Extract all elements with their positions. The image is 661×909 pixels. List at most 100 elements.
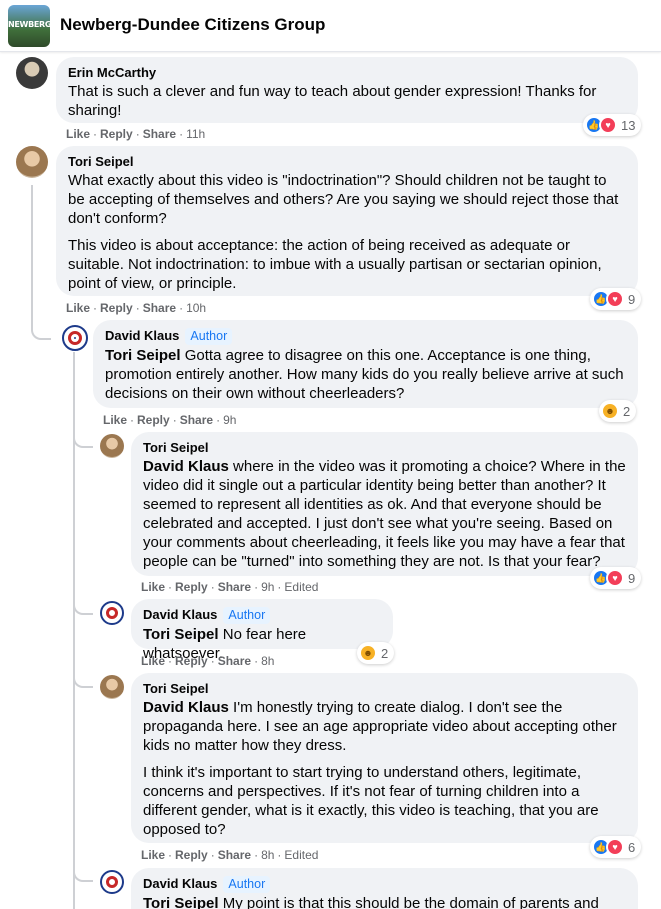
reply-button[interactable]: Reply: [100, 301, 133, 315]
group-header: NEWBERG Newberg-Dundee Citizens Group: [0, 0, 661, 52]
thread-connector: [31, 322, 51, 340]
haha-icon: ☻: [601, 402, 619, 420]
avatar-david-klaus[interactable]: [62, 325, 88, 351]
comment-author[interactable]: Erin McCarthy: [68, 65, 626, 81]
reaction-summary[interactable]: 👍 ♥ 13: [583, 114, 642, 136]
thread-connector: [73, 430, 93, 448]
comment-bubble: Tori Seipel David Klaus I'm honestly try…: [131, 673, 638, 843]
edited-label[interactable]: Edited: [284, 848, 318, 862]
comment-actions: Like · Reply · Share · 9h: [103, 413, 237, 427]
comment-author: David Klaus Author: [105, 328, 626, 345]
share-button[interactable]: Share: [218, 848, 251, 862]
comment-author-name[interactable]: David Klaus: [143, 876, 217, 891]
thread-connector: [73, 670, 93, 688]
reply-button[interactable]: Reply: [175, 848, 208, 862]
haha-icon: ☻: [359, 644, 377, 662]
like-button[interactable]: Like: [66, 127, 90, 141]
author-badge: Author: [223, 607, 271, 624]
reaction-summary[interactable]: 👍 ♥ 6: [590, 836, 642, 858]
reaction-count: 9: [628, 570, 636, 586]
reaction-summary[interactable]: ☻ 2: [599, 400, 637, 422]
reaction-count: 2: [623, 403, 631, 419]
comment-author: David Klaus Author: [143, 607, 381, 624]
like-button[interactable]: Like: [141, 848, 165, 862]
like-button[interactable]: Like: [141, 654, 165, 668]
comment-author[interactable]: Tori Seipel: [68, 154, 626, 170]
mention-link[interactable]: Tori Seipel: [143, 895, 219, 909]
comment-text: David Klaus I'm honestly trying to creat…: [143, 698, 626, 839]
love-icon: ♥: [606, 838, 624, 856]
comment-actions: Like · Reply · Share · 11h: [66, 127, 206, 141]
comment-bubble: David Klaus Author Tori Seipel No fear he…: [131, 599, 393, 662]
reaction-summary[interactable]: 👍 ♥ 9: [590, 567, 642, 589]
comment-timestamp[interactable]: 8h: [261, 848, 274, 862]
author-badge: Author: [185, 328, 233, 345]
comment-author-name[interactable]: David Klaus: [143, 607, 217, 622]
comment-actions: Like · Reply · Share · 8h · Edited: [141, 848, 319, 862]
avatar-erin-mccarthy[interactable]: [16, 57, 48, 89]
comment-paragraph: David Klaus I'm honestly trying to creat…: [143, 698, 626, 755]
reaction-summary[interactable]: ☻ 2: [357, 642, 395, 664]
avatar-tori-seipel[interactable]: [100, 675, 124, 699]
comment-author-name[interactable]: David Klaus: [105, 328, 179, 343]
comment-bubble: David Klaus Author Tori Seipel My point i…: [131, 868, 638, 909]
avatar-tori-seipel[interactable]: [100, 434, 124, 458]
love-icon: ♥: [606, 569, 624, 587]
like-button[interactable]: Like: [103, 413, 127, 427]
reaction-count: 6: [628, 839, 636, 855]
reaction-summary[interactable]: 👍 ♥ 9: [590, 288, 642, 310]
love-icon: ♥: [599, 116, 617, 134]
thread-line: [31, 185, 33, 325]
author-badge: Author: [223, 876, 271, 893]
reply-button[interactable]: Reply: [137, 413, 170, 427]
comment-paragraph: What exactly about this video is "indoct…: [68, 172, 619, 227]
comment-text: What exactly about this video is "indoct…: [68, 171, 626, 293]
mention-link[interactable]: David Klaus: [143, 458, 229, 475]
mention-link[interactable]: Tori Seipel: [105, 347, 181, 364]
share-button[interactable]: Share: [218, 654, 251, 668]
avatar-david-klaus[interactable]: [100, 870, 124, 894]
comment-author: David Klaus Author: [143, 876, 626, 893]
mention-link[interactable]: Tori Seipel: [143, 626, 219, 643]
comment-bubble: David Klaus Author Tori Seipel Gotta agre…: [93, 320, 638, 408]
thread-connector: [73, 597, 93, 615]
comment-timestamp[interactable]: 8h: [261, 654, 274, 668]
comment-paragraph: This video is about acceptance: the acti…: [68, 237, 602, 292]
comment-bubble: Tori Seipel David Klaus where in the vid…: [131, 432, 638, 576]
comment-actions: Like · Reply · Share · 10h: [66, 301, 207, 315]
comment-paragraph: I think it's important to start trying t…: [143, 764, 599, 838]
edited-label[interactable]: Edited: [284, 580, 318, 594]
love-icon: ♥: [606, 290, 624, 308]
share-button[interactable]: Share: [143, 127, 176, 141]
comment-actions: Like · Reply · Share · 9h · Edited: [141, 580, 319, 594]
like-button[interactable]: Like: [66, 301, 90, 315]
comment-paragraph: That is such a clever and fun way to tea…: [68, 83, 597, 119]
thread-connector: [73, 864, 93, 882]
comment-timestamp[interactable]: 10h: [186, 301, 206, 315]
like-button[interactable]: Like: [141, 580, 165, 594]
avatar-david-klaus[interactable]: [100, 601, 124, 625]
mention-link[interactable]: David Klaus: [143, 699, 229, 716]
comment-text: Tori Seipel Gotta agree to disagree on t…: [105, 346, 626, 403]
comment-actions: Like · Reply · Share · 8h: [141, 654, 275, 668]
comment-bubble: Tori Seipel What exactly about this vide…: [56, 146, 638, 296]
group-title[interactable]: Newberg-Dundee Citizens Group: [60, 15, 325, 35]
reply-button[interactable]: Reply: [175, 654, 208, 668]
share-button[interactable]: Share: [218, 580, 251, 594]
group-avatar[interactable]: NEWBERG: [8, 5, 50, 47]
comment-author[interactable]: Tori Seipel: [143, 681, 626, 697]
reply-button[interactable]: Reply: [100, 127, 133, 141]
share-button[interactable]: Share: [143, 301, 176, 315]
comment-body: My point is that this should be the doma…: [222, 895, 599, 909]
reply-button[interactable]: Reply: [175, 580, 208, 594]
comment-timestamp[interactable]: 9h: [261, 580, 274, 594]
comment-timestamp[interactable]: 11h: [186, 127, 205, 141]
comment-timestamp[interactable]: 9h: [223, 413, 236, 427]
reaction-count: 9: [628, 291, 636, 307]
comment-body: Gotta agree to disagree on this one. Acc…: [105, 347, 624, 402]
reaction-count: 13: [621, 117, 636, 133]
share-button[interactable]: Share: [180, 413, 213, 427]
comment-author[interactable]: Tori Seipel: [143, 440, 626, 456]
avatar-tori-seipel[interactable]: [16, 146, 48, 178]
comment-bubble: Erin McCarthy That is such a clever and …: [56, 57, 638, 123]
